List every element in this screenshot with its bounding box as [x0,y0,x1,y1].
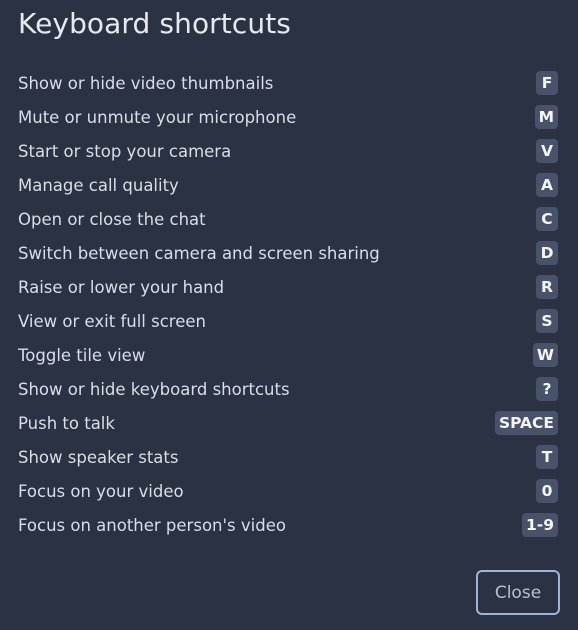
shortcut-key-badge: F [536,71,558,95]
shortcut-row: Show or hide video thumbnails F [18,66,558,100]
close-button[interactable]: Close [476,570,560,615]
shortcut-row: Focus on your video 0 [18,474,558,508]
shortcut-row: Raise or lower your hand R [18,270,558,304]
shortcut-key-badge: 0 [536,479,558,503]
shortcut-key-badge: V [536,139,558,163]
shortcut-label: Show or hide video thumbnails [18,73,274,93]
shortcut-label: Raise or lower your hand [18,277,225,297]
shortcut-row: Open or close the chat C [18,202,558,236]
shortcut-row: Focus on another person's video 1-9 [18,508,558,542]
shortcut-row: Push to talk SPACE [18,406,558,440]
shortcut-label: Focus on your video [18,481,184,501]
shortcut-row: Show or hide keyboard shortcuts ? [18,372,558,406]
shortcut-label: Open or close the chat [18,209,206,229]
shortcut-row: Switch between camera and screen sharing… [18,236,558,270]
shortcut-key-badge: S [536,309,558,333]
shortcut-row: Start or stop your camera V [18,134,558,168]
shortcut-row: Toggle tile view W [18,338,558,372]
shortcut-key-badge: R [536,275,558,299]
shortcut-key-badge: M [534,105,558,129]
shortcut-key-badge: SPACE [494,411,558,435]
shortcut-label: Switch between camera and screen sharing [18,243,380,263]
dialog-title: Keyboard shortcuts [18,7,291,40]
shortcut-label: Toggle tile view [18,345,146,365]
shortcut-label: View or exit full screen [18,311,206,331]
shortcut-key-badge: T [536,445,558,469]
keyboard-shortcuts-dialog: Keyboard shortcuts Show or hide video th… [0,0,578,630]
shortcut-list: Show or hide video thumbnails F Mute or … [18,66,558,542]
shortcut-key-badge: A [536,173,558,197]
shortcut-row: Mute or unmute your microphone M [18,100,558,134]
shortcut-key-badge: W [532,343,558,367]
shortcut-row: Manage call quality A [18,168,558,202]
shortcut-row: Show speaker stats T [18,440,558,474]
shortcut-key-badge: D [536,241,558,265]
shortcut-label: Show speaker stats [18,447,179,467]
shortcut-label: Start or stop your camera [18,141,232,161]
shortcut-label: Manage call quality [18,175,179,195]
shortcut-key-badge: ? [536,377,558,401]
shortcut-label: Focus on another person's video [18,515,286,535]
shortcut-key-badge: C [536,207,558,231]
shortcut-label: Show or hide keyboard shortcuts [18,379,290,399]
shortcut-row: View or exit full screen S [18,304,558,338]
shortcut-key-badge: 1-9 [521,513,558,537]
shortcut-label: Mute or unmute your microphone [18,107,297,127]
shortcut-label: Push to talk [18,413,115,433]
